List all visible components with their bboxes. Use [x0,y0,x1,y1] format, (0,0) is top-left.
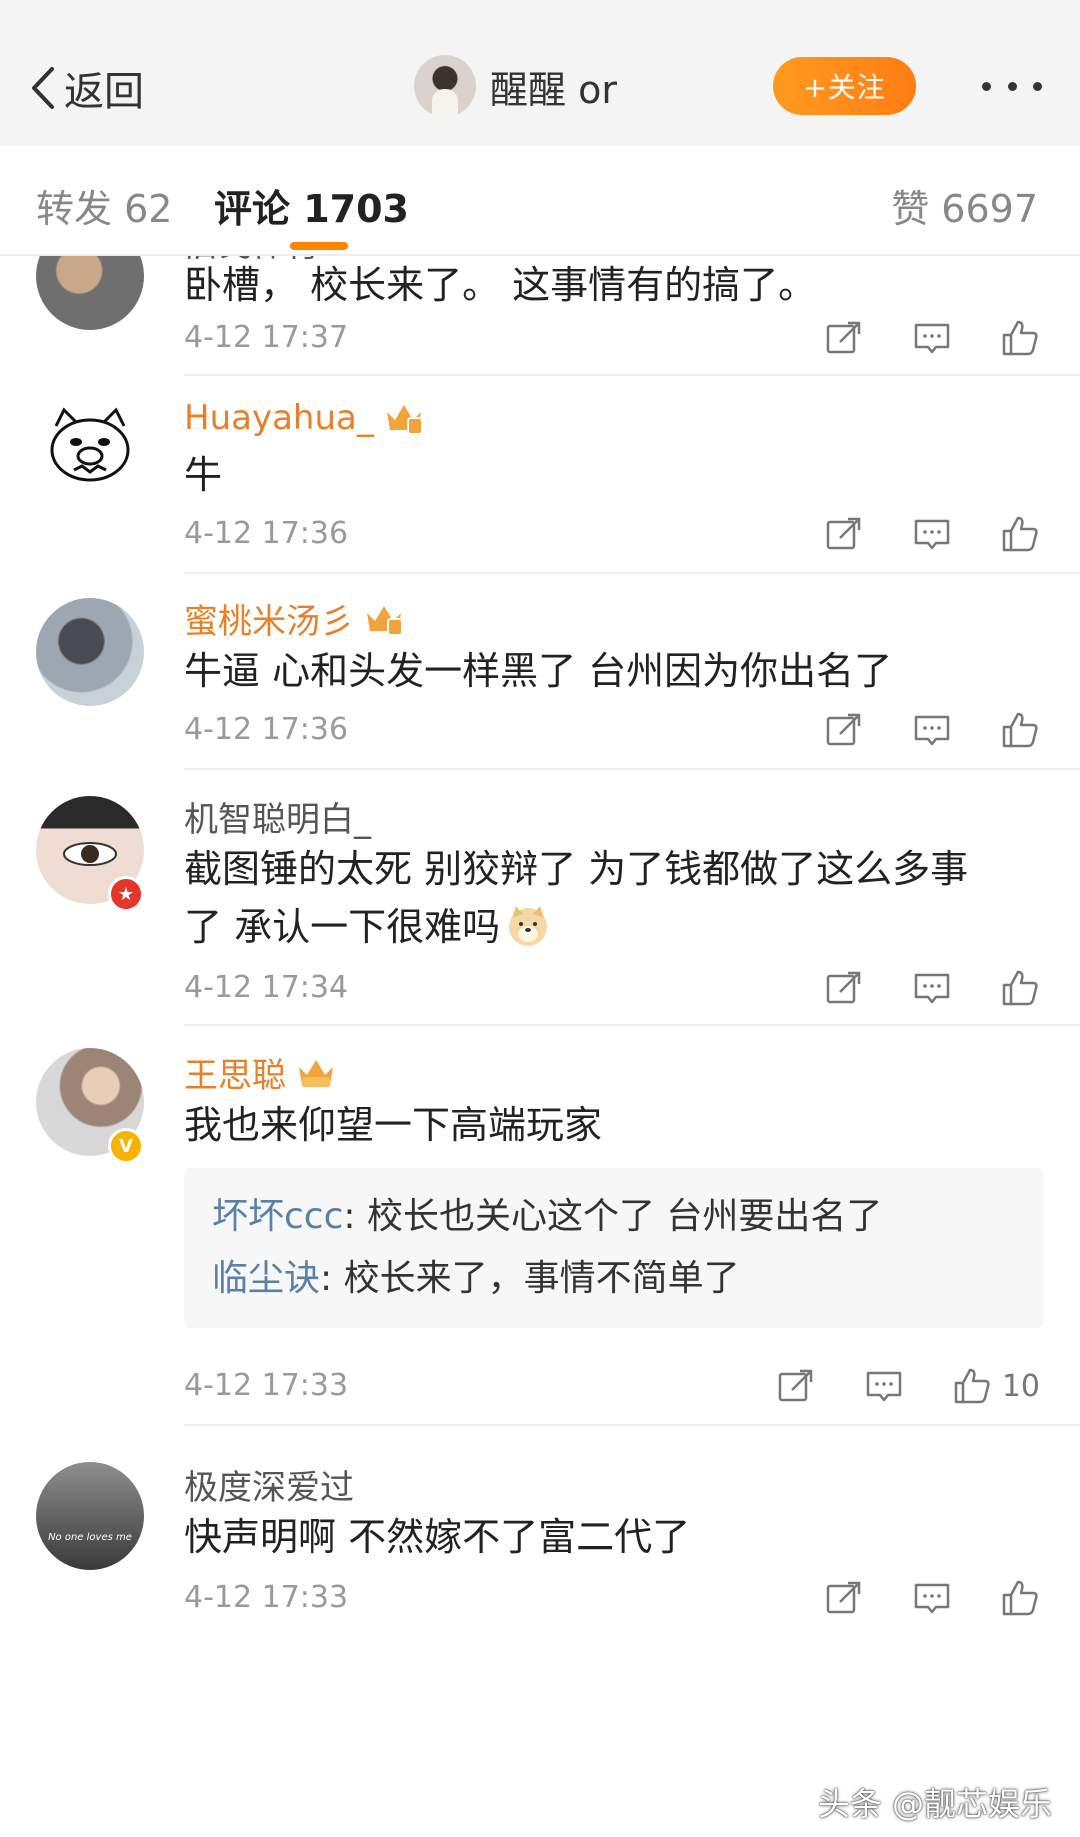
commenter-avatar[interactable]: No one loves me [36,1462,144,1570]
comment-time: 4-12 17:33 [184,1580,349,1615]
reply-item[interactable]: 坏坏ccc: 校长也关心这个了 台州要出名了 [212,1186,1016,1248]
comment-actions [824,318,1040,358]
comment-actions [824,1578,1040,1618]
like-icon[interactable] [1000,514,1040,554]
tab-bar: 转发 62 评论 1703 赞 6697 [0,146,1080,256]
comment-text: 牛 [184,453,223,497]
watermark: 头条 @靓芯娱乐 [817,1785,1052,1823]
comment-actions [824,710,1040,750]
comment-item: No one loves me 极度深爱过 快声明啊 不然嫁不了富二代了 4-1… [0,1426,1080,1626]
comment-time: 4-12 17:34 [184,970,349,1005]
like-icon[interactable] [952,1366,992,1406]
commenter-avatar[interactable] [36,598,144,706]
like-icon[interactable] [1000,1578,1040,1618]
comment-text: 快声明啊 不然嫁不了富二代了 [184,1515,691,1559]
avatar-caption: No one loves me [48,1532,132,1543]
back-button[interactable]: 返回 [28,58,144,118]
back-label: 返回 [64,69,144,115]
comment-list: 旧戈体育 卧槽， 校长来了。 这事情有的搞了。 4-12 17:37 Huaya… [0,256,1080,1837]
commenter-avatar[interactable] [36,396,144,504]
commenter-name[interactable]: 机智聪明白_ [184,792,371,841]
comment-actions [824,514,1040,554]
repost-icon[interactable] [776,1366,816,1406]
like-icon[interactable] [1000,318,1040,358]
comment-item: 旧戈体育 卧槽， 校长来了。 这事情有的搞了。 4-12 17:37 [0,256,1080,378]
comment-text: 我也来仰望一下高端玩家 [184,1103,603,1147]
vip-crown-icon [299,1059,333,1087]
commenter-name[interactable]: 王思聪 [184,1048,336,1097]
reply-thread[interactable]: 坏坏ccc: 校长也关心这个了 台州要出名了 临尘诀: 校长来了，事情不简单了 [184,1168,1044,1328]
comment-time: 4-12 17:36 [184,712,349,747]
comment-actions: 10 [776,1366,1040,1406]
comment-item: 蜜桃米汤彡 牛逼 心和头发一样黑了 台州因为你出名了 4-12 17:36 [0,574,1080,770]
commenter-name[interactable]: Huayahua_ [184,398,424,438]
reply-author[interactable]: 坏坏ccc [212,1196,343,1237]
follow-button[interactable]: +关注 [773,57,916,115]
repost-icon[interactable] [824,968,864,1008]
comment-item: V 王思聪 我也来仰望一下高端玩家 坏坏ccc: 校长也关心这个了 台州要出名了… [0,1026,1080,1426]
chevron-left-icon [32,67,54,109]
like-button[interactable]: 10 [952,1366,1040,1406]
tab-comments[interactable]: 评论 1703 [214,178,409,233]
repost-icon[interactable] [824,710,864,750]
comment-time: 4-12 17:37 [184,320,349,355]
reply-icon[interactable] [912,318,952,358]
tab-likes[interactable]: 赞 6697 [891,178,1038,233]
repost-icon[interactable] [824,1578,864,1618]
comment-time: 4-12 17:36 [184,516,349,551]
reply-author[interactable]: 临尘诀 [212,1258,320,1299]
reply-icon[interactable] [912,514,952,554]
repost-icon[interactable] [824,318,864,358]
doge-emoji-icon [509,906,548,946]
reply-text: : 校长也关心这个了 台州要出名了 [343,1196,883,1237]
repost-icon[interactable] [824,514,864,554]
comment-text: 牛逼 心和头发一样黑了 台州因为你出名了 [184,649,893,693]
profile-header[interactable]: 醒醒 or [414,53,617,119]
top-bar: 返回 醒醒 or +关注 [0,0,1080,146]
comment-text: 截图锤的太死 别狡辩了 为了钱都做了这么多事 了 承认一下很难吗 [184,847,969,949]
comment-item: Huayahua_ 牛 4-12 17:36 [0,378,1080,574]
commenter-avatar[interactable] [36,256,144,330]
verified-v-badge-icon: V [108,1128,144,1164]
commenter-name[interactable]: 极度深爱过 [184,1460,354,1509]
vip-crown-icon [367,605,403,636]
reply-icon[interactable] [912,1578,952,1618]
reply-item[interactable]: 临尘诀: 校长来了，事情不简单了 [212,1248,1016,1310]
active-tab-indicator [290,242,348,250]
comment-actions [824,968,1040,1008]
comment-time: 4-12 17:33 [184,1368,349,1403]
reply-text: : 校长来了，事情不简单了 [320,1258,740,1299]
comment-text: 卧槽， 校长来了。 这事情有的搞了。 [184,263,817,307]
reply-icon[interactable] [864,1366,904,1406]
like-count: 10 [1001,1368,1040,1404]
reply-icon[interactable] [912,710,952,750]
verified-badge-icon: ★ [108,876,144,912]
pig-doodle-icon [50,407,130,482]
more-options-icon[interactable] [982,74,1042,98]
profile-avatar[interactable] [414,55,476,117]
commenter-name[interactable]: 蜜桃米汤彡 [184,594,404,643]
profile-name[interactable]: 醒醒 or [490,59,617,114]
like-icon[interactable] [1000,710,1040,750]
tab-repost[interactable]: 转发 62 [36,178,172,233]
like-icon[interactable] [1000,968,1040,1008]
reply-icon[interactable] [912,968,952,1008]
comment-item: ★ 机智聪明白_ 截图锤的太死 别狡辩了 为了钱都做了这么多事 了 承认一下很难… [0,770,1080,1026]
vip-crown-icon [386,405,423,435]
